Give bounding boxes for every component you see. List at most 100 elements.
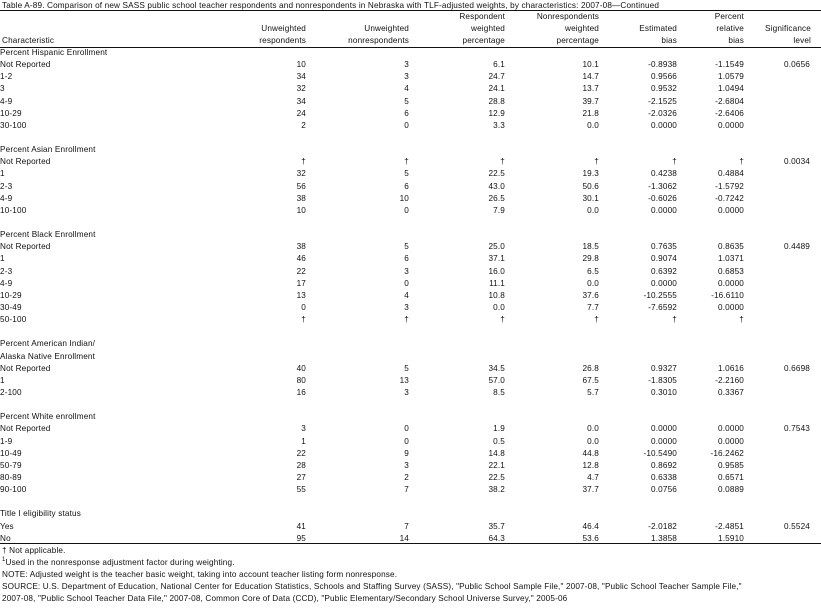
table-cell: 0.6338 bbox=[651, 472, 677, 482]
table-cell bbox=[744, 108, 810, 120]
table-cell: 0.0000 bbox=[718, 205, 744, 215]
table-cell: 22 bbox=[296, 266, 306, 276]
table-cell: 3 bbox=[404, 72, 409, 82]
table-cell: † bbox=[672, 315, 677, 325]
table-cell: 55 bbox=[296, 485, 306, 495]
table-cell: 0.4884 bbox=[718, 169, 744, 179]
table-cell: † bbox=[739, 157, 744, 167]
row-label: Yes bbox=[0, 521, 14, 531]
table-cell: 0.6698 bbox=[784, 363, 810, 373]
table-cell: 0.9327 bbox=[651, 363, 677, 373]
table-title: Table A-89. Comparison of new SASS publi… bbox=[2, 1, 660, 10]
table-cell: 29.8 bbox=[582, 254, 599, 264]
spacer-row bbox=[0, 132, 821, 144]
table-cell: 80 bbox=[296, 375, 306, 385]
table-cell: 22.5 bbox=[488, 472, 505, 482]
row-label: 50-79 bbox=[0, 460, 22, 470]
row-label: 10-100 bbox=[0, 205, 27, 215]
table-cell: 26.8 bbox=[582, 363, 599, 373]
table-cell: 21.8 bbox=[582, 108, 599, 118]
table-cell: 10 bbox=[399, 193, 409, 203]
table-cell: 30.1 bbox=[582, 193, 599, 203]
section-header-row: Percent Asian Enrollment bbox=[0, 144, 821, 156]
table-cell: 5 bbox=[404, 96, 409, 106]
table-cell: 3 bbox=[404, 460, 409, 470]
table-cell: 0 bbox=[404, 278, 409, 288]
table-row: 90-100 55 7 38.2 37.7 0.0756 0.0889 bbox=[0, 484, 821, 496]
header-nonrespondents-weighted-percentage: Nonrespondents weighted percentage bbox=[536, 12, 599, 45]
table-cell: 25.0 bbox=[488, 242, 505, 252]
section-label: Percent American Indian/ bbox=[0, 339, 96, 349]
table-row: 2-3 22 3 16.0 6.5 0.6392 0.6853 bbox=[0, 266, 821, 278]
table-cell: -1.3062 bbox=[648, 181, 677, 191]
section-header-row: Percent Hispanic Enrollment bbox=[0, 47, 821, 59]
table-row: 4-9 38 10 26.5 30.1 -0.6026 -0.7242 bbox=[0, 193, 821, 205]
table-cell: -2.0182 bbox=[648, 521, 677, 531]
table-cell bbox=[744, 193, 810, 205]
table-cell: 0.9074 bbox=[651, 254, 677, 264]
table-cell: 6.5 bbox=[587, 266, 599, 276]
table-cell bbox=[744, 205, 810, 217]
row-label: Not Reported bbox=[0, 363, 51, 373]
row-label: 4-9 bbox=[0, 278, 13, 288]
table-cell: 18.5 bbox=[582, 242, 599, 252]
table-cell: 24 bbox=[296, 108, 306, 118]
section-header-row: Percent Black Enrollment bbox=[0, 229, 821, 241]
row-label: 10-49 bbox=[0, 448, 22, 458]
table-cell: 0.6392 bbox=[651, 266, 677, 276]
table-cell: 5.7 bbox=[587, 388, 599, 397]
header-respondent-weighted-percentage: Respondent weighted percentage bbox=[459, 12, 505, 45]
table-cell: 0.5524 bbox=[784, 521, 810, 531]
table-cell: -1.5792 bbox=[715, 181, 744, 191]
data-table: Percent Hispanic Enrollment Not Reported 1… bbox=[0, 47, 821, 545]
table-cell: 0.0000 bbox=[718, 303, 744, 313]
table-cell bbox=[744, 96, 810, 108]
table-cell: 7.7 bbox=[587, 303, 599, 313]
table-cell: 5 bbox=[404, 363, 409, 373]
table-cell: 0 bbox=[301, 303, 306, 313]
table-cell: 0.3010 bbox=[651, 388, 677, 397]
table-cell: 13 bbox=[399, 375, 409, 385]
table-cell bbox=[744, 460, 810, 472]
table-cell: 1.9 bbox=[493, 424, 505, 434]
table-row: 10-29 13 4 10.8 37.6 -10.2555 -16.6110 bbox=[0, 290, 821, 302]
table-row: 10-49 22 9 14.8 44.8 -10.5490 -16.2462 bbox=[0, 448, 821, 460]
table-cell: 0 bbox=[404, 205, 409, 215]
table-cell: 22.1 bbox=[488, 460, 505, 470]
bottom-rule bbox=[0, 543, 821, 544]
table-row: 50-79 28 3 22.1 12.8 0.8692 0.9585 bbox=[0, 460, 821, 472]
section-header-row: Title I eligibility status bbox=[0, 508, 821, 520]
weight-note: NOTE: Adjusted weight is the teacher bas… bbox=[2, 570, 398, 579]
table-cell: 39.7 bbox=[582, 96, 599, 106]
table-row: Not Reported 38 5 25.0 18.5 0.7635 0.8635 0.448… bbox=[0, 241, 821, 253]
table-cell: 0.4489 bbox=[784, 242, 810, 252]
row-label: 1-2 bbox=[0, 72, 13, 82]
table-cell: † bbox=[739, 315, 744, 325]
table-cell: -10.2555 bbox=[643, 290, 677, 300]
row-label: 4-9 bbox=[0, 193, 13, 203]
table-row: Not Reported 10 3 6.1 10.1 -0.8938 -1.1549 0.06… bbox=[0, 59, 821, 71]
row-label: 30-49 bbox=[0, 303, 22, 313]
table-cell bbox=[744, 484, 810, 496]
table-row: Yes 41 7 35.7 46.4 -2.0182 -2.4851 0.5524 bbox=[0, 520, 821, 532]
table-cell: 10 bbox=[296, 60, 306, 70]
table-body: Percent Hispanic Enrollment Not Reported 1… bbox=[0, 47, 821, 545]
table-row: Not Reported † † † † † † 0.0034 bbox=[0, 156, 821, 168]
table-cell: 43.0 bbox=[488, 181, 505, 191]
table-cell: 0.0000 bbox=[651, 436, 677, 446]
table-cell: 0.0656 bbox=[784, 60, 810, 70]
table-cell: 1.0579 bbox=[718, 72, 744, 82]
table-cell: 0.0 bbox=[493, 303, 505, 313]
table-cell bbox=[744, 302, 810, 314]
table-cell: 50.6 bbox=[582, 181, 599, 191]
table-cell: 37.1 bbox=[488, 254, 505, 264]
table-cell: 0.0000 bbox=[651, 424, 677, 434]
table-cell: 16.0 bbox=[488, 266, 505, 276]
table-cell bbox=[744, 83, 810, 95]
table-cell: 10.1 bbox=[582, 60, 599, 70]
table-cell: 0.4238 bbox=[651, 169, 677, 179]
table-cell: -2.1525 bbox=[648, 96, 677, 106]
table-cell: 11.1 bbox=[489, 278, 505, 288]
table-cell bbox=[744, 314, 810, 326]
table-cell: 0 bbox=[404, 120, 409, 130]
